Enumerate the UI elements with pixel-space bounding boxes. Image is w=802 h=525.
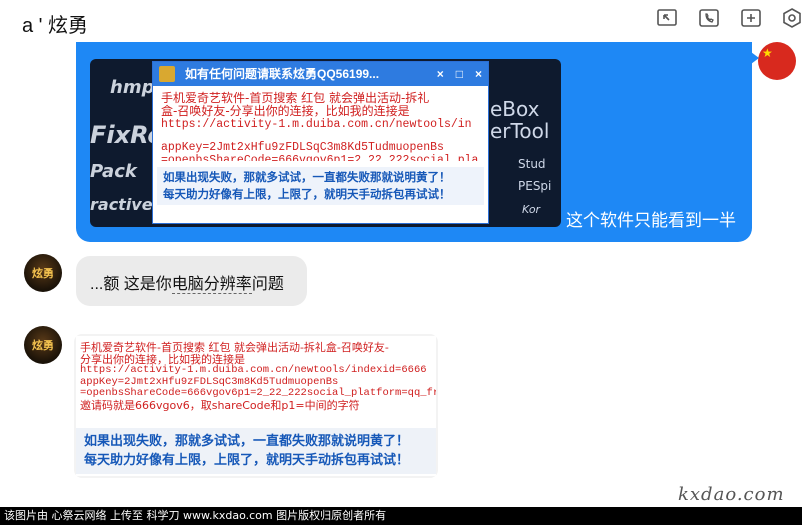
add-contact-icon[interactable] xyxy=(739,6,763,30)
message-text: 问题 xyxy=(251,276,284,293)
image-line: 邀请码就是666vgov6，取shareCode和p1=中间的字符 xyxy=(80,398,360,411)
bubble-tail xyxy=(751,52,759,64)
dialog-line: https://activity-1.m.duiba.com.cn/newtoo… xyxy=(161,118,472,131)
app-dialog: 如有任何问题请联系炫勇QQ56199... × □ × 手机爱奇艺软件-首页搜索… xyxy=(152,61,489,224)
bg-text: hmp xyxy=(110,77,155,98)
image-line: https://activity-1.m.duiba.com.cn/newtoo… xyxy=(80,364,427,376)
contact-avatar[interactable]: 炫勇 xyxy=(24,254,62,292)
message-link-text[interactable]: 电脑分辨率 xyxy=(171,276,252,294)
dialog-highlight: 如果出现失败，那就多试试，一直都失败那就说明黄了！ 每天助力好像有上限，上限了，… xyxy=(157,167,484,205)
highlight-line: 每天助力好像有上限，上限了，就明天手动拆包再试试！ xyxy=(84,453,410,468)
message-text: ...额 这是你 xyxy=(90,276,172,293)
my-avatar[interactable]: ★ xyxy=(758,42,796,80)
bg-text: Stud xyxy=(518,157,546,171)
bg-text: PESpi xyxy=(518,179,552,193)
dialog-line: =openbsShareCode=666vgov6p1=2_22_222soci… xyxy=(161,154,479,161)
dialog-line: 盒-召唤好友-分享出你的连接，比如我的连接是 xyxy=(161,104,410,118)
avatar-label: 炫勇 xyxy=(32,339,54,352)
image-highlight: 如果出现失败，那就多试试，一直都失败那就说明黄了！ 每天助力好像有上限，上限了，… xyxy=(76,428,436,474)
app-logo-icon xyxy=(159,66,175,82)
footer-bar: 该图片由 心祭云网络 上传至 科学刀 www.kxdao.com 图片版权归原创… xyxy=(0,507,802,525)
maximize-icon: □ xyxy=(455,67,463,81)
message-caption: 这个软件只能看到一半 xyxy=(566,211,736,230)
footer-text: 该图片由 心祭云网络 上传至 科学刀 www.kxdao.com 图片版权归原创… xyxy=(4,509,387,522)
contact-avatar[interactable]: 炫勇 xyxy=(24,326,62,364)
close-icon: × xyxy=(474,67,482,81)
dialog-line: appKey=2Jmt2xHfu9zFDLSqC3m8Kd5TudmuopenB… xyxy=(161,141,444,154)
highlight-line: 如果出现失败，那就多试试，一直都失败那就说明黄了！ xyxy=(163,170,451,184)
bg-text: Kor xyxy=(522,203,541,216)
dialog-body: 手机爱奇艺软件-首页搜索 红包 就会弹出活动-拆礼 盒-召唤好友-分享出你的连接… xyxy=(153,86,488,162)
message-bubble-sent[interactable]: hmp FixRe Pack ractive eBox erTool Stud … xyxy=(76,42,759,242)
bg-text: Pack xyxy=(90,161,137,182)
minimize-icon: × xyxy=(436,67,444,81)
star-icon: ★ xyxy=(762,46,773,60)
highlight-line: 每天助力好像有上限，上限了，就明天手动拆包再试试！ xyxy=(163,187,451,201)
bg-text: erTool xyxy=(490,119,550,143)
message-image-received[interactable]: 手机爱奇艺软件-首页搜索 红包 就会弹出活动-拆礼盒-召唤好友- 分享出你的连接… xyxy=(74,334,438,478)
bg-text: ractive xyxy=(90,195,153,214)
bg-text: eBox xyxy=(490,97,540,121)
dialog-title: 如有任何问题请联系炫勇QQ56199... xyxy=(185,67,380,81)
chat-header: a ' 炫勇 xyxy=(0,0,802,42)
image-content: 手机爱奇艺软件-首页搜索 红包 就会弹出活动-拆礼盒-召唤好友- 分享出你的连接… xyxy=(76,336,436,476)
avatar-label: 炫勇 xyxy=(32,267,54,280)
screen-share-icon[interactable] xyxy=(655,6,679,30)
screenshot-image[interactable]: hmp FixRe Pack ractive eBox erTool Stud … xyxy=(90,59,561,227)
settings-icon[interactable] xyxy=(780,6,802,30)
image-line: 手机爱奇艺软件-首页搜索 红包 就会弹出活动-拆礼盒-召唤好友- xyxy=(80,341,389,354)
image-text: 手机爱奇艺软件-首页搜索 红包 就会弹出活动-拆礼盒-召唤好友- 分享出你的连接… xyxy=(76,336,436,411)
image-line: =openbsShareCode=666vgov6p1=2_22_222soci… xyxy=(80,387,436,399)
message-bubble-received[interactable]: ...额 这是你电脑分辨率问题 xyxy=(76,256,307,306)
dialog-titlebar: 如有任何问题请联系炫勇QQ56199... × □ × xyxy=(153,62,488,86)
phone-icon[interactable] xyxy=(697,6,721,30)
highlight-line: 如果出现失败，那就多试试，一直都失败那就说明黄了！ xyxy=(84,434,410,449)
contact-name: a ' 炫勇 xyxy=(22,15,89,37)
watermark: kxdao.com xyxy=(678,484,785,505)
